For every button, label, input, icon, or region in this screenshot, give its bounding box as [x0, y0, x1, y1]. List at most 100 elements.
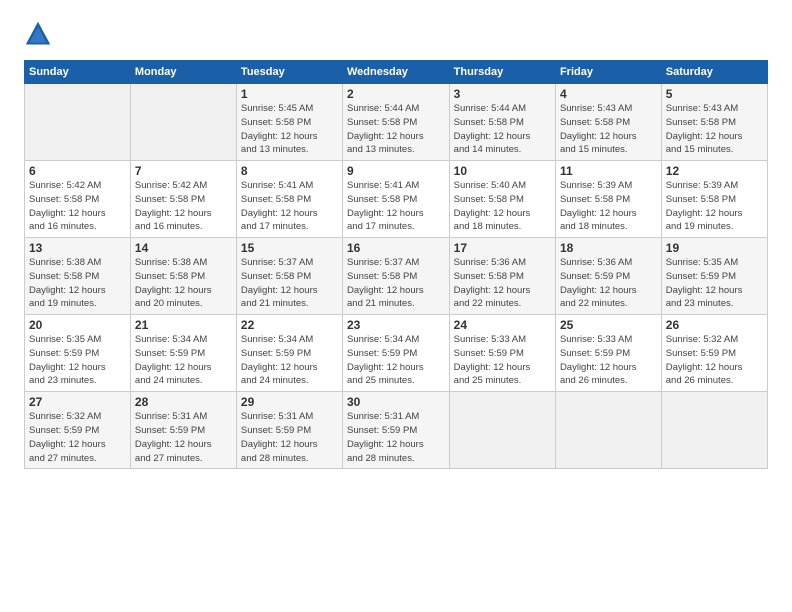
calendar-cell: 13Sunrise: 5:38 AM Sunset: 5:58 PM Dayli… [25, 238, 131, 315]
weekday-header-tuesday: Tuesday [236, 61, 342, 84]
page-header [24, 20, 768, 48]
logo-icon [24, 20, 52, 48]
day-number: 23 [347, 318, 445, 332]
calendar-cell: 30Sunrise: 5:31 AM Sunset: 5:59 PM Dayli… [343, 392, 450, 469]
day-info: Sunrise: 5:38 AM Sunset: 5:58 PM Dayligh… [29, 256, 126, 311]
weekday-header-monday: Monday [130, 61, 236, 84]
day-info: Sunrise: 5:35 AM Sunset: 5:59 PM Dayligh… [666, 256, 763, 311]
calendar-cell: 11Sunrise: 5:39 AM Sunset: 5:58 PM Dayli… [555, 161, 661, 238]
weekday-header-friday: Friday [555, 61, 661, 84]
logo [24, 20, 58, 48]
day-info: Sunrise: 5:41 AM Sunset: 5:58 PM Dayligh… [347, 179, 445, 234]
calendar-cell: 1Sunrise: 5:45 AM Sunset: 5:58 PM Daylig… [236, 84, 342, 161]
day-number: 7 [135, 164, 232, 178]
calendar-cell [449, 392, 555, 469]
day-number: 24 [454, 318, 551, 332]
day-number: 21 [135, 318, 232, 332]
day-number: 18 [560, 241, 657, 255]
day-info: Sunrise: 5:32 AM Sunset: 5:59 PM Dayligh… [666, 333, 763, 388]
day-info: Sunrise: 5:34 AM Sunset: 5:59 PM Dayligh… [347, 333, 445, 388]
calendar-cell: 25Sunrise: 5:33 AM Sunset: 5:59 PM Dayli… [555, 315, 661, 392]
calendar-table: SundayMondayTuesdayWednesdayThursdayFrid… [24, 60, 768, 469]
calendar-cell: 27Sunrise: 5:32 AM Sunset: 5:59 PM Dayli… [25, 392, 131, 469]
calendar-cell [661, 392, 767, 469]
calendar-week-row: 1Sunrise: 5:45 AM Sunset: 5:58 PM Daylig… [25, 84, 768, 161]
day-info: Sunrise: 5:39 AM Sunset: 5:58 PM Dayligh… [560, 179, 657, 234]
day-info: Sunrise: 5:36 AM Sunset: 5:58 PM Dayligh… [454, 256, 551, 311]
day-info: Sunrise: 5:43 AM Sunset: 5:58 PM Dayligh… [560, 102, 657, 157]
day-number: 20 [29, 318, 126, 332]
day-info: Sunrise: 5:44 AM Sunset: 5:58 PM Dayligh… [347, 102, 445, 157]
day-number: 13 [29, 241, 126, 255]
day-number: 19 [666, 241, 763, 255]
day-number: 15 [241, 241, 338, 255]
day-info: Sunrise: 5:34 AM Sunset: 5:59 PM Dayligh… [135, 333, 232, 388]
calendar-cell: 21Sunrise: 5:34 AM Sunset: 5:59 PM Dayli… [130, 315, 236, 392]
day-info: Sunrise: 5:31 AM Sunset: 5:59 PM Dayligh… [135, 410, 232, 465]
calendar-cell [130, 84, 236, 161]
calendar-cell: 9Sunrise: 5:41 AM Sunset: 5:58 PM Daylig… [343, 161, 450, 238]
calendar-cell: 8Sunrise: 5:41 AM Sunset: 5:58 PM Daylig… [236, 161, 342, 238]
day-number: 12 [666, 164, 763, 178]
day-number: 25 [560, 318, 657, 332]
calendar-cell: 2Sunrise: 5:44 AM Sunset: 5:58 PM Daylig… [343, 84, 450, 161]
calendar-cell: 20Sunrise: 5:35 AM Sunset: 5:59 PM Dayli… [25, 315, 131, 392]
calendar-week-row: 27Sunrise: 5:32 AM Sunset: 5:59 PM Dayli… [25, 392, 768, 469]
day-info: Sunrise: 5:34 AM Sunset: 5:59 PM Dayligh… [241, 333, 338, 388]
weekday-header-saturday: Saturday [661, 61, 767, 84]
day-info: Sunrise: 5:32 AM Sunset: 5:59 PM Dayligh… [29, 410, 126, 465]
calendar-cell: 14Sunrise: 5:38 AM Sunset: 5:58 PM Dayli… [130, 238, 236, 315]
day-number: 4 [560, 87, 657, 101]
day-number: 6 [29, 164, 126, 178]
calendar-week-row: 20Sunrise: 5:35 AM Sunset: 5:59 PM Dayli… [25, 315, 768, 392]
day-info: Sunrise: 5:45 AM Sunset: 5:58 PM Dayligh… [241, 102, 338, 157]
day-info: Sunrise: 5:36 AM Sunset: 5:59 PM Dayligh… [560, 256, 657, 311]
day-info: Sunrise: 5:35 AM Sunset: 5:59 PM Dayligh… [29, 333, 126, 388]
day-info: Sunrise: 5:40 AM Sunset: 5:58 PM Dayligh… [454, 179, 551, 234]
day-number: 14 [135, 241, 232, 255]
calendar-cell: 17Sunrise: 5:36 AM Sunset: 5:58 PM Dayli… [449, 238, 555, 315]
day-number: 1 [241, 87, 338, 101]
weekday-header-wednesday: Wednesday [343, 61, 450, 84]
calendar-cell: 10Sunrise: 5:40 AM Sunset: 5:58 PM Dayli… [449, 161, 555, 238]
day-info: Sunrise: 5:42 AM Sunset: 5:58 PM Dayligh… [29, 179, 126, 234]
day-info: Sunrise: 5:31 AM Sunset: 5:59 PM Dayligh… [347, 410, 445, 465]
calendar-week-row: 13Sunrise: 5:38 AM Sunset: 5:58 PM Dayli… [25, 238, 768, 315]
calendar-cell: 23Sunrise: 5:34 AM Sunset: 5:59 PM Dayli… [343, 315, 450, 392]
calendar-cell: 16Sunrise: 5:37 AM Sunset: 5:58 PM Dayli… [343, 238, 450, 315]
calendar-cell: 3Sunrise: 5:44 AM Sunset: 5:58 PM Daylig… [449, 84, 555, 161]
day-number: 30 [347, 395, 445, 409]
calendar-cell: 29Sunrise: 5:31 AM Sunset: 5:59 PM Dayli… [236, 392, 342, 469]
day-number: 2 [347, 87, 445, 101]
day-number: 22 [241, 318, 338, 332]
day-number: 27 [29, 395, 126, 409]
calendar-cell: 19Sunrise: 5:35 AM Sunset: 5:59 PM Dayli… [661, 238, 767, 315]
day-info: Sunrise: 5:37 AM Sunset: 5:58 PM Dayligh… [241, 256, 338, 311]
day-info: Sunrise: 5:37 AM Sunset: 5:58 PM Dayligh… [347, 256, 445, 311]
weekday-header-sunday: Sunday [25, 61, 131, 84]
day-number: 10 [454, 164, 551, 178]
day-number: 16 [347, 241, 445, 255]
calendar-cell: 4Sunrise: 5:43 AM Sunset: 5:58 PM Daylig… [555, 84, 661, 161]
day-number: 29 [241, 395, 338, 409]
weekday-header-thursday: Thursday [449, 61, 555, 84]
calendar-week-row: 6Sunrise: 5:42 AM Sunset: 5:58 PM Daylig… [25, 161, 768, 238]
day-number: 9 [347, 164, 445, 178]
day-number: 28 [135, 395, 232, 409]
day-info: Sunrise: 5:33 AM Sunset: 5:59 PM Dayligh… [560, 333, 657, 388]
day-info: Sunrise: 5:31 AM Sunset: 5:59 PM Dayligh… [241, 410, 338, 465]
day-info: Sunrise: 5:38 AM Sunset: 5:58 PM Dayligh… [135, 256, 232, 311]
calendar-cell: 26Sunrise: 5:32 AM Sunset: 5:59 PM Dayli… [661, 315, 767, 392]
day-number: 3 [454, 87, 551, 101]
day-number: 26 [666, 318, 763, 332]
calendar-cell: 24Sunrise: 5:33 AM Sunset: 5:59 PM Dayli… [449, 315, 555, 392]
day-info: Sunrise: 5:43 AM Sunset: 5:58 PM Dayligh… [666, 102, 763, 157]
day-number: 5 [666, 87, 763, 101]
calendar-cell: 18Sunrise: 5:36 AM Sunset: 5:59 PM Dayli… [555, 238, 661, 315]
day-info: Sunrise: 5:41 AM Sunset: 5:58 PM Dayligh… [241, 179, 338, 234]
weekday-header-row: SundayMondayTuesdayWednesdayThursdayFrid… [25, 61, 768, 84]
day-info: Sunrise: 5:42 AM Sunset: 5:58 PM Dayligh… [135, 179, 232, 234]
day-number: 11 [560, 164, 657, 178]
calendar-cell: 28Sunrise: 5:31 AM Sunset: 5:59 PM Dayli… [130, 392, 236, 469]
day-info: Sunrise: 5:33 AM Sunset: 5:59 PM Dayligh… [454, 333, 551, 388]
